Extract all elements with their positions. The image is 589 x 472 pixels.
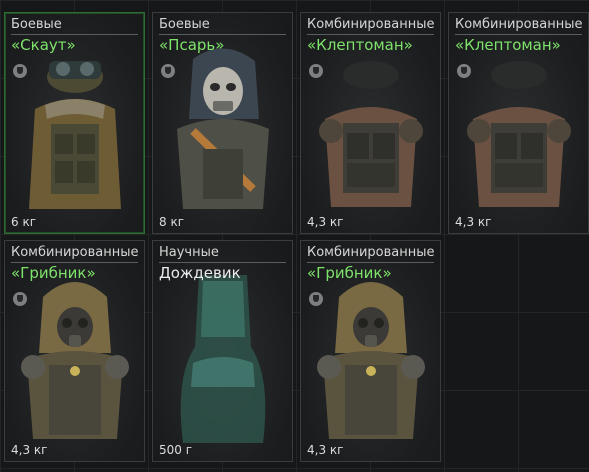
item-weight: 4,3 кг — [455, 215, 492, 229]
item-weight: 6 кг — [11, 215, 37, 229]
armor-card-scout[interactable]: Боевые «Скаут» 6 кг — [4, 12, 145, 234]
armor-card-kleptoman[interactable]: Комбинированные «Клептоман» 4,3 кг — [300, 12, 441, 234]
gribnik-armor-image — [21, 282, 129, 439]
kleptoman-armor-image — [467, 61, 571, 207]
item-category: Боевые — [159, 17, 286, 35]
shield-icon — [13, 64, 27, 78]
item-name: «Скаут» — [11, 36, 76, 54]
item-name: «Грибник» — [11, 264, 96, 282]
psar-armor-image — [177, 48, 269, 209]
shield-icon — [161, 64, 175, 78]
item-name: «Клептоман» — [455, 36, 561, 54]
gribnik-armor-image — [317, 282, 425, 439]
item-weight: 4,3 кг — [307, 215, 344, 229]
shield-icon — [309, 292, 323, 306]
kleptoman-armor-image — [319, 61, 423, 207]
inventory-grid: Боевые «Скаут» 6 кг Боевые «Псарь» 8 кг — [0, 0, 589, 472]
item-weight: 4,3 кг — [307, 443, 344, 457]
armor-card-dozhdevik[interactable]: Научные Дождевик 500 г — [152, 240, 293, 462]
item-name: Дождевик — [159, 264, 241, 282]
item-weight: 8 кг — [159, 215, 185, 229]
item-category: Комбинированные — [307, 245, 435, 263]
item-weight: 4,3 кг — [11, 443, 48, 457]
item-category: Комбинированные — [307, 17, 435, 35]
item-weight: 500 г — [159, 443, 193, 457]
shield-icon — [309, 64, 323, 78]
armor-card-gribnik[interactable]: Комбинированные «Грибник» 4,3 кг — [300, 240, 441, 462]
item-category: Комбинированные — [455, 17, 583, 35]
item-category: Комбинированные — [11, 245, 139, 263]
item-name: «Клептоман» — [307, 36, 413, 54]
scout-armor-image — [29, 61, 121, 209]
armor-card-gribnik[interactable]: Комбинированные «Грибник» 4,3 кг — [4, 240, 145, 462]
armor-card-psar[interactable]: Боевые «Псарь» 8 кг — [152, 12, 293, 234]
armor-card-kleptoman[interactable]: Комбинированные «Клептоман» 4,3 кг — [448, 12, 589, 234]
item-name: «Грибник» — [307, 264, 392, 282]
item-category: Научные — [159, 245, 286, 263]
raincoat-image — [180, 275, 266, 443]
item-category: Боевые — [11, 17, 138, 35]
shield-icon — [457, 64, 471, 78]
item-name: «Псарь» — [159, 36, 225, 54]
shield-icon — [13, 292, 27, 306]
